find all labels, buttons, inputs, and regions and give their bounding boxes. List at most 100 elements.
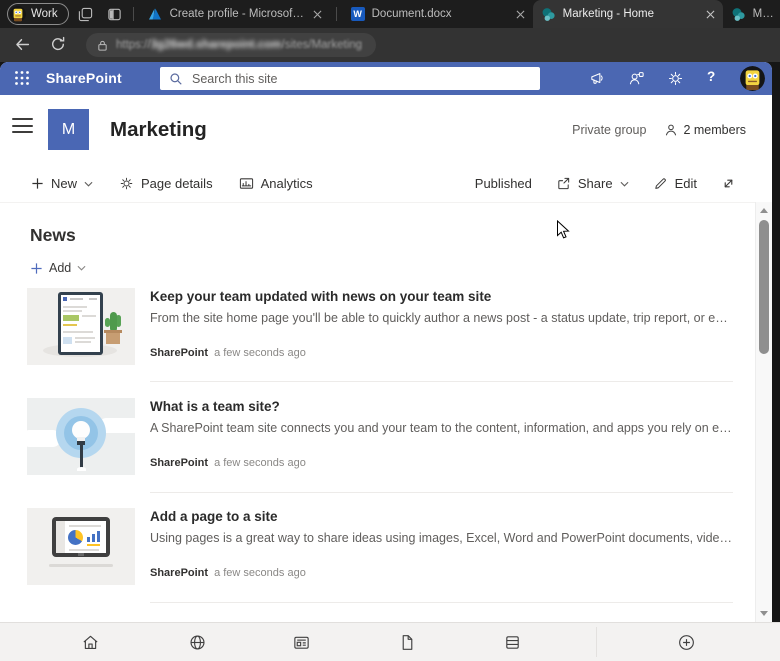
news-title[interactable]: Keep your team updated with news on your… xyxy=(150,289,730,304)
published-status: Published xyxy=(475,176,532,191)
tab-group-icon[interactable] xyxy=(74,3,98,25)
news-description: Using pages is a great way to share idea… xyxy=(150,531,733,545)
web-content: SharePoint ? xyxy=(0,62,772,622)
page-details-button[interactable]: Page details xyxy=(119,176,213,191)
news-thumbnail-tablet xyxy=(27,288,135,365)
site-search-box[interactable] xyxy=(160,67,540,90)
members-label: 2 members xyxy=(683,123,746,137)
url-text: https://3g26wd.sharepoint.com/sites/Mark… xyxy=(116,39,362,51)
refresh-button[interactable] xyxy=(50,36,68,54)
gear-icon xyxy=(119,176,134,191)
site-logo[interactable]: M xyxy=(48,109,89,150)
create-plus-icon[interactable] xyxy=(677,633,696,652)
lock-icon xyxy=(97,39,108,52)
word-favicon: W xyxy=(351,7,365,21)
news-author: SharePoint xyxy=(150,457,208,469)
search-input[interactable] xyxy=(190,71,531,87)
tab-document[interactable]: W Document.docx xyxy=(343,0,533,28)
page-details-label: Page details xyxy=(141,176,213,191)
add-label: Add xyxy=(49,261,71,275)
globe-icon[interactable] xyxy=(188,633,207,652)
person-icon xyxy=(664,123,678,137)
members-button[interactable]: 2 members xyxy=(664,123,746,137)
sharepoint-brand: SharePoint xyxy=(46,70,122,86)
settings-gear-icon[interactable] xyxy=(667,70,684,87)
list-icon[interactable] xyxy=(503,633,522,652)
site-title: Marketing xyxy=(110,118,207,142)
news-thumbnail-idea xyxy=(27,398,135,475)
tab-bar: Work Create profile - Microsoft Intune W… xyxy=(0,0,780,28)
tab-title: Marke xyxy=(753,8,780,20)
expand-button[interactable] xyxy=(721,176,736,191)
tab-title: Marketing - Home xyxy=(563,8,699,20)
people-icon[interactable] xyxy=(628,70,645,87)
news-title[interactable]: What is a team site? xyxy=(150,399,730,414)
news-card[interactable]: Keep your team updated with news on your… xyxy=(27,288,733,365)
news-timestamp: a few seconds ago xyxy=(214,457,306,469)
intune-favicon xyxy=(148,7,163,22)
new-label: New xyxy=(51,176,77,191)
sharepoint-suite-bar: SharePoint ? xyxy=(0,62,772,95)
account-avatar[interactable] xyxy=(740,66,765,91)
tab-close-icon[interactable] xyxy=(516,10,525,19)
card-divider xyxy=(150,381,733,382)
tab-intune[interactable]: Create profile - Microsoft Intune xyxy=(140,0,330,28)
news-author: SharePoint xyxy=(150,567,208,579)
browser-window: Work Create profile - Microsoft Intune W… xyxy=(0,0,780,661)
news-icon[interactable] xyxy=(292,633,311,652)
new-button[interactable]: New xyxy=(31,176,93,191)
command-bar: New Page details Analytics Published Sha… xyxy=(0,165,772,202)
search-icon xyxy=(169,72,183,86)
page-icon[interactable] xyxy=(398,633,417,652)
url-path: /sites/Marketing xyxy=(282,39,363,51)
sharepoint-favicon xyxy=(541,7,556,22)
news-webpart-title: News xyxy=(30,225,76,246)
news-thumbnail-monitor xyxy=(27,508,135,585)
share-label: Share xyxy=(578,176,613,191)
analytics-label: Analytics xyxy=(261,176,313,191)
analytics-button[interactable]: Analytics xyxy=(239,176,313,191)
edit-button[interactable]: Edit xyxy=(653,176,697,191)
page-scrollbar[interactable] xyxy=(755,202,772,622)
tab-separator xyxy=(133,7,134,21)
add-news-button[interactable]: Add xyxy=(30,261,86,275)
tab-close-icon[interactable] xyxy=(706,10,715,19)
edit-label: Edit xyxy=(675,176,697,191)
chevron-down-icon xyxy=(84,181,93,187)
address-bar[interactable]: https://3g26wd.sharepoint.com/sites/Mark… xyxy=(86,33,376,57)
help-icon[interactable]: ? xyxy=(707,69,715,84)
news-timestamp: a few seconds ago xyxy=(214,347,306,359)
sharepoint-favicon xyxy=(731,7,746,22)
browser-profile-button[interactable]: Work xyxy=(7,3,69,25)
app-bar-divider xyxy=(596,627,597,657)
tab-title: Document.docx xyxy=(372,8,509,20)
news-title[interactable]: Add a page to a site xyxy=(150,509,730,524)
news-description: From the site home page you'll be able t… xyxy=(150,311,733,325)
news-timestamp: a few seconds ago xyxy=(214,567,306,579)
sharepoint-app-bar xyxy=(0,622,780,661)
scroll-down-arrow[interactable] xyxy=(760,611,768,616)
tab-close-icon[interactable] xyxy=(313,10,322,19)
news-description: A SharePoint team site connects you and … xyxy=(150,421,733,435)
app-launcher-waffle-icon[interactable] xyxy=(14,70,30,86)
tab-marketing-home[interactable]: Marketing - Home xyxy=(533,0,723,28)
megaphone-icon[interactable] xyxy=(589,70,606,87)
share-button[interactable]: Share xyxy=(556,176,629,191)
tab-marketing-2[interactable]: Marke xyxy=(723,0,780,28)
home-icon[interactable] xyxy=(81,633,100,652)
news-card[interactable]: Add a page to a site Using pages is a gr… xyxy=(27,508,733,585)
card-divider xyxy=(150,602,733,603)
site-meta: Private group 2 members xyxy=(572,123,746,137)
news-card[interactable]: What is a team site? A SharePoint team s… xyxy=(27,398,733,475)
scrollbar-thumb[interactable] xyxy=(759,220,769,354)
profile-label: Work xyxy=(31,8,58,20)
plus-icon xyxy=(30,262,43,275)
scroll-up-arrow[interactable] xyxy=(760,208,768,213)
news-author: SharePoint xyxy=(150,347,208,359)
pencil-icon xyxy=(653,176,668,191)
back-button[interactable] xyxy=(14,36,32,54)
workspaces-icon[interactable] xyxy=(103,3,127,25)
profile-avatar xyxy=(10,6,26,22)
card-divider xyxy=(150,492,733,493)
hamburger-menu-icon[interactable] xyxy=(12,118,33,134)
